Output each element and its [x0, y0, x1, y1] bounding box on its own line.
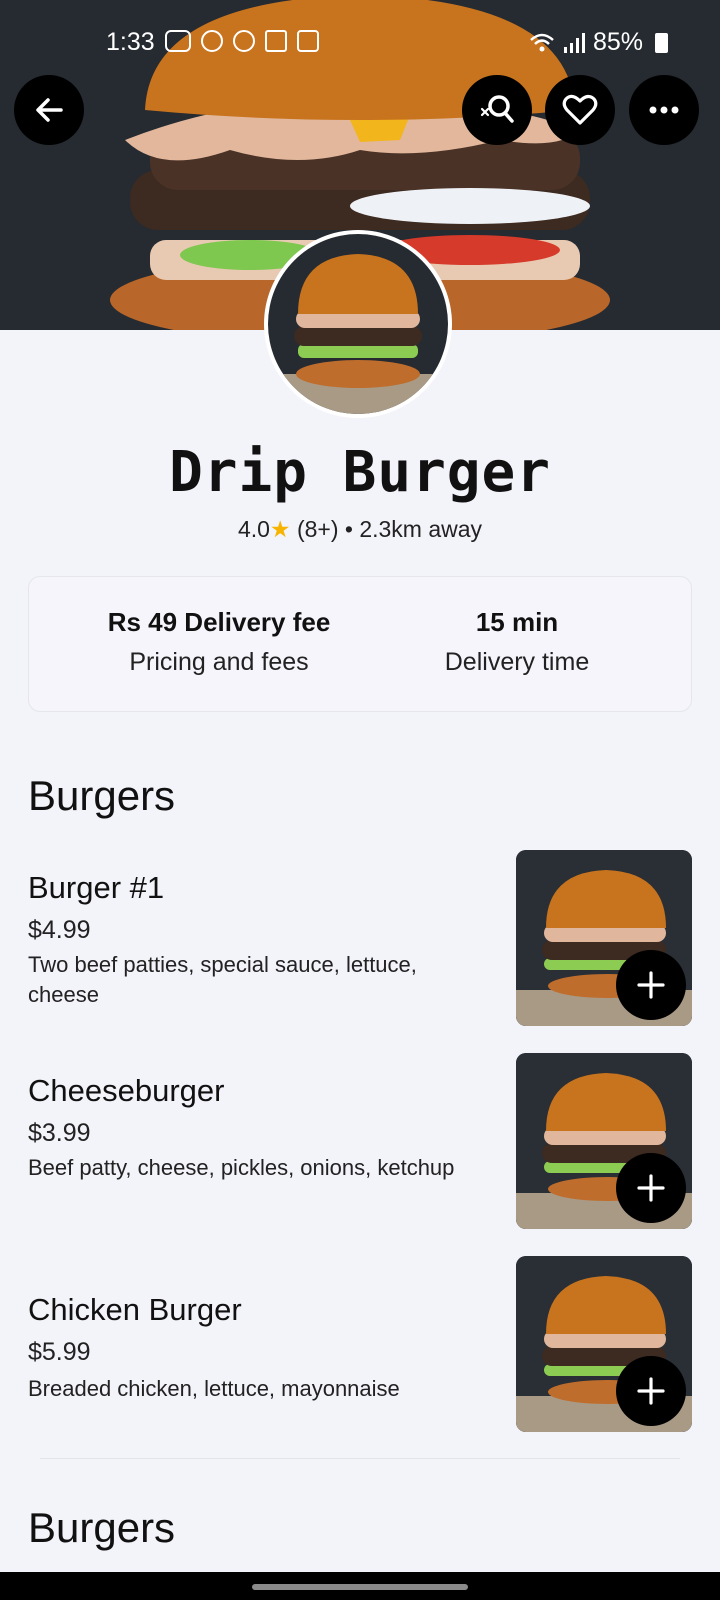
item-price: $5.99 [28, 1338, 91, 1366]
item-price: $3.99 [28, 1119, 91, 1147]
item-description: Breaded chicken, lettuce, mayonnaise [28, 1376, 400, 1401]
add-to-cart-button[interactable] [616, 1153, 686, 1223]
item-image [516, 1256, 692, 1432]
store-distance: 2.3km away [359, 516, 483, 542]
store-reviews: (8+) [296, 516, 339, 542]
item-description: Beef patty, cheese, pickles, onions, ket… [28, 1155, 455, 1180]
heart-icon [562, 94, 598, 125]
battery-percent: 85% [592, 28, 643, 56]
plus-icon [637, 971, 665, 999]
store-rating: 4.0 [237, 516, 270, 542]
arrow-left-icon [36, 98, 63, 122]
battery-icon [655, 32, 668, 53]
item-image [516, 850, 692, 1026]
delivery-fee: Rs 49 Delivery fee [107, 607, 331, 637]
item-name: Burger #1 [28, 870, 165, 905]
notification-icons [165, 30, 319, 52]
signal-icon [563, 32, 585, 53]
delivery-time-label: Delivery time [444, 648, 590, 676]
plus-icon [637, 1174, 665, 1202]
delivery-fee-block[interactable]: Rs 49 Delivery fee Pricing and fees [59, 607, 379, 677]
delivery-time-block: 15 min Delivery time [357, 607, 677, 677]
item-description: Two beef patties, special sauce, lettuce… [28, 952, 417, 1007]
store-meta: 4.0★ (8+) • 2.3km away [0, 516, 720, 543]
store-name: Drip Burger [169, 440, 551, 505]
pricing-link: Pricing and fees [129, 648, 309, 676]
back-button[interactable] [14, 75, 84, 145]
more-horizontal-icon [649, 106, 679, 114]
add-to-cart-button[interactable] [616, 1356, 686, 1426]
store-avatar [268, 234, 448, 414]
more-options-button[interactable] [629, 75, 699, 145]
section-title: Burgers [28, 772, 176, 819]
add-to-cart-button[interactable] [616, 950, 686, 1020]
meta-separator: • [344, 516, 353, 542]
wifi-icon [530, 33, 554, 51]
search-icon [480, 95, 514, 123]
search-button[interactable] [462, 75, 532, 145]
favorite-button[interactable] [545, 75, 615, 145]
item-name: Chicken Burger [28, 1292, 242, 1327]
menu-item[interactable]: Burger #1 $4.99 Two beef patties, specia… [28, 850, 692, 1026]
status-time: 1:33 [106, 28, 155, 56]
sync-icon [233, 30, 255, 52]
plus-icon [637, 1377, 665, 1405]
cloud-icon [165, 30, 191, 52]
store-logo-image [268, 234, 448, 414]
star-icon: ★ [269, 516, 291, 542]
section-divider [40, 1458, 680, 1459]
menu-item[interactable]: Chicken Burger $5.99 Breaded chicken, le… [28, 1256, 692, 1432]
home-gesture-bar[interactable] [252, 1584, 468, 1590]
item-image [516, 1053, 692, 1229]
item-name: Cheeseburger [28, 1073, 225, 1108]
section-title: Burgers [28, 1504, 176, 1551]
status-bar: 1:33 85% [0, 0, 720, 88]
delivery-time: 15 min [475, 607, 559, 637]
item-price: $4.99 [28, 916, 91, 944]
delivery-info-card: Rs 49 Delivery fee Pricing and fees 15 m… [28, 576, 692, 712]
lock-icon [297, 30, 319, 52]
app-icon [201, 30, 223, 52]
status-right: 85% [529, 28, 668, 57]
menu-item[interactable]: Cheeseburger $3.99 Beef patty, cheese, p… [28, 1053, 692, 1229]
image-icon [265, 30, 287, 52]
